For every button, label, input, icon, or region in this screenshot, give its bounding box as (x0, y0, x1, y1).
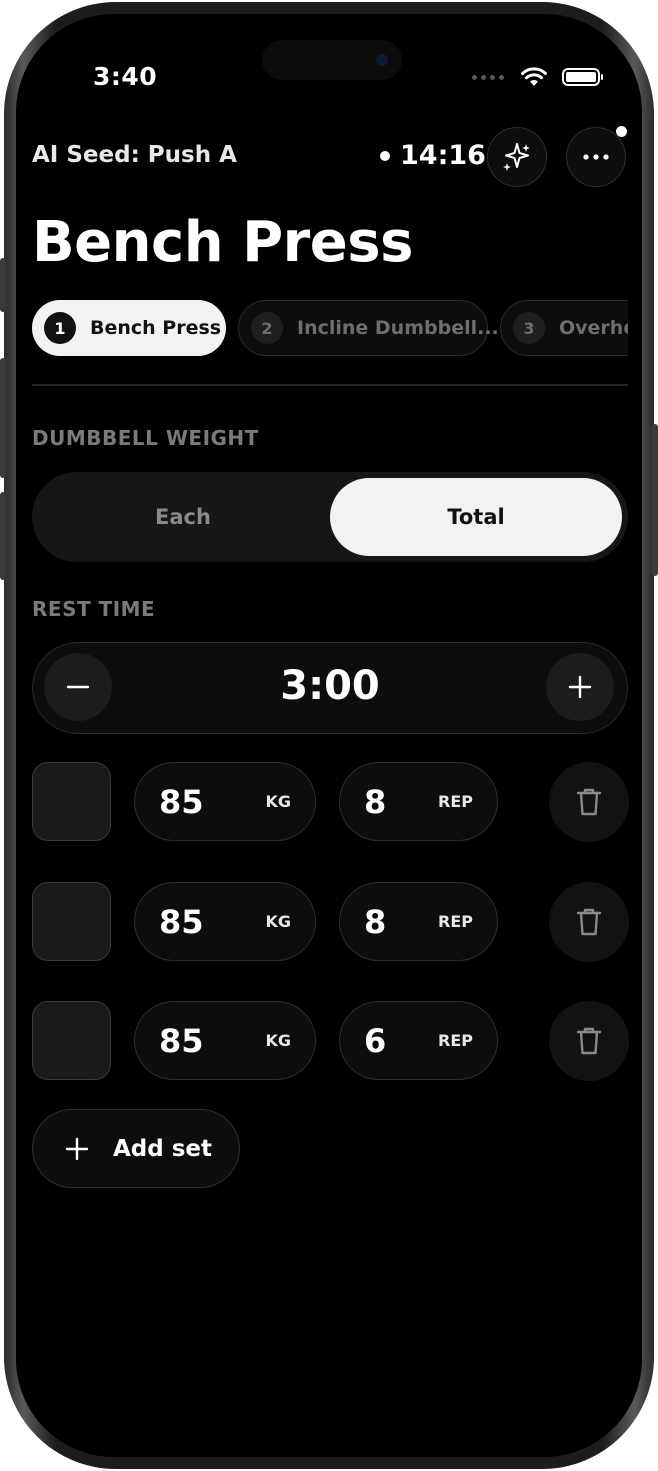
reps-value: 8 (364, 903, 387, 941)
reps-input[interactable]: 6 REP (339, 1001, 498, 1080)
set-row: 85 KG 8 REP (32, 882, 629, 962)
dynamic-island (262, 40, 402, 80)
weight-mode-each[interactable]: Each (38, 478, 328, 556)
elapsed-time: 14:16 (400, 140, 486, 171)
rest-time-stepper: 3:00 (32, 642, 628, 734)
exercise-tab-1[interactable]: 1 Bench Press (32, 300, 226, 356)
weight-unit: KG (265, 792, 291, 811)
exercise-tab-2[interactable]: 2 Incline Dumbbell... (238, 300, 499, 356)
weight-value: 85 (159, 783, 204, 821)
rest-increase-button[interactable] (546, 653, 614, 721)
add-set-label: Add set (113, 1135, 213, 1162)
rest-time-value: 3:00 (280, 663, 380, 709)
exercise-tab-number: 1 (44, 312, 76, 344)
rest-time-label: REST TIME (32, 597, 156, 621)
trash-icon (576, 908, 602, 936)
weight-unit: KG (265, 1031, 291, 1050)
exercise-tab-label: Bench Press (90, 317, 222, 339)
reps-value: 6 (364, 1022, 387, 1060)
weight-mode-total[interactable]: Total (330, 478, 622, 556)
recording-dot-icon (380, 150, 390, 161)
plus-icon (568, 675, 592, 699)
reps-unit: REP (438, 1031, 473, 1050)
weight-unit: KG (265, 912, 291, 931)
ellipsis-icon (583, 154, 609, 160)
delete-set-button[interactable] (549, 882, 629, 962)
exercise-tab-number: 2 (251, 312, 283, 344)
notification-dot (616, 126, 627, 137)
set-row: 85 KG 6 REP (32, 1001, 629, 1081)
trash-icon (576, 1027, 602, 1055)
divider (32, 384, 628, 386)
weight-value: 85 (159, 903, 204, 941)
cellular-signal-icon (472, 74, 504, 80)
wifi-icon (521, 67, 547, 86)
action-button (0, 258, 6, 312)
exercise-tab-number: 3 (513, 312, 545, 344)
app-screen: 3:40 AI Seed: Push A 14:16 Bench Press 1… (16, 14, 642, 1457)
reps-input[interactable]: 8 REP (339, 882, 498, 961)
dumbbell-weight-toggle: Each Total (32, 472, 628, 562)
status-icons (472, 66, 603, 88)
exercise-tab-label: Overhe (559, 317, 628, 339)
exercise-tabs: 1 Bench Press 2 Incline Dumbbell... 3 Ov… (32, 300, 628, 356)
weight-input[interactable]: 85 KG (134, 1001, 316, 1080)
reps-unit: REP (438, 792, 473, 811)
set-complete-checkbox[interactable] (32, 882, 111, 961)
add-set-button[interactable]: Add set (32, 1109, 240, 1188)
exercise-title: Bench Press (32, 210, 413, 275)
status-time: 3:40 (93, 62, 158, 91)
volume-up-button (0, 358, 6, 478)
exercise-tab-3[interactable]: 3 Overhe (500, 300, 628, 356)
set-row: 85 KG 8 REP (32, 762, 629, 842)
delete-set-button[interactable] (549, 1001, 629, 1081)
plus-icon (65, 1137, 89, 1161)
dumbbell-weight-label: DUMBBELL WEIGHT (32, 426, 259, 450)
volume-down-button (0, 492, 6, 580)
more-options-button[interactable] (566, 126, 627, 187)
reps-input[interactable]: 8 REP (339, 762, 498, 841)
ai-assistant-button[interactable] (487, 127, 547, 187)
workout-name: AI Seed: Push A (32, 142, 237, 168)
delete-set-button[interactable] (549, 762, 629, 842)
power-button (652, 424, 658, 576)
battery-icon (562, 68, 603, 86)
exercise-tab-label: Incline Dumbbell... (297, 317, 499, 339)
weight-input[interactable]: 85 KG (134, 882, 316, 961)
weight-input[interactable]: 85 KG (134, 762, 316, 841)
set-complete-checkbox[interactable] (32, 1001, 111, 1080)
weight-value: 85 (159, 1022, 204, 1060)
set-complete-checkbox[interactable] (32, 762, 111, 841)
reps-value: 8 (364, 783, 387, 821)
sparkles-icon (503, 143, 530, 171)
trash-icon (576, 788, 602, 816)
workout-timer: 14:16 (380, 140, 486, 171)
reps-unit: REP (438, 912, 473, 931)
